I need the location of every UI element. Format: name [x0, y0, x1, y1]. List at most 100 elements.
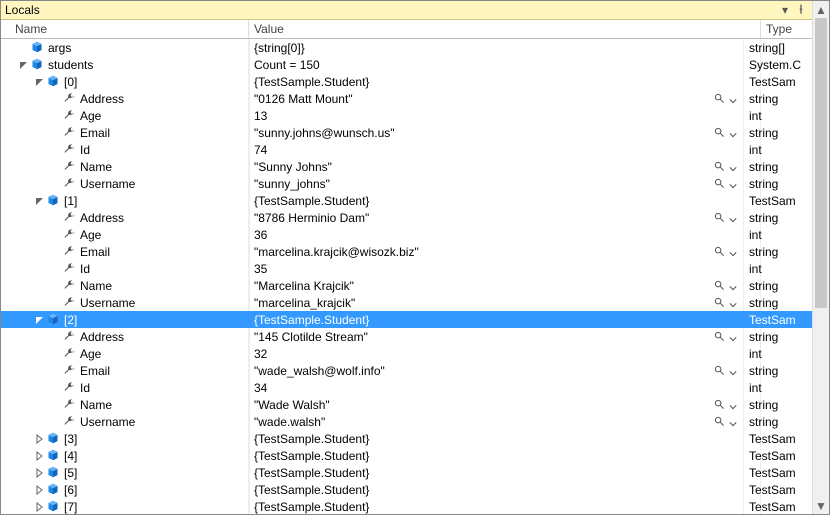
tree-row[interactable]: [6]{TestSample.Student}TestSam [1, 481, 812, 498]
pin-button[interactable] [793, 3, 809, 17]
value-cell[interactable]: "sunny_johns" [249, 175, 744, 192]
visualizer-dropdown-icon[interactable] [729, 281, 739, 291]
tree-expander[interactable] [33, 194, 47, 208]
visualizer-dropdown-icon[interactable] [729, 417, 739, 427]
tree-row[interactable]: [1]{TestSample.Student}TestSam [1, 192, 812, 209]
tree-row[interactable]: Username"wade.walsh"string [1, 413, 812, 430]
value-cell[interactable]: Count = 150 [249, 56, 744, 73]
tree-row[interactable]: Username"marcelina_krajcik"string [1, 294, 812, 311]
value-cell[interactable]: {TestSample.Student} [249, 73, 744, 90]
tree-row[interactable]: Address"0126 Matt Mount"string [1, 90, 812, 107]
value-cell[interactable]: "Sunny Johns" [249, 158, 744, 175]
magnifier-icon[interactable] [714, 297, 726, 309]
tree-row[interactable]: Age36int [1, 226, 812, 243]
tree-expander[interactable] [33, 449, 47, 463]
tree-row[interactable]: Email"sunny.johns@wunsch.us"string [1, 124, 812, 141]
visualizer-dropdown-icon[interactable] [729, 332, 739, 342]
visualizer-dropdown-icon[interactable] [729, 162, 739, 172]
window-options-button[interactable]: ▾ [777, 3, 793, 17]
value-cell[interactable]: 13 [249, 107, 744, 124]
tree-row[interactable]: [0]{TestSample.Student}TestSam [1, 73, 812, 90]
magnifier-icon[interactable] [714, 212, 726, 224]
tree-row[interactable]: Email"wade_walsh@wolf.info"string [1, 362, 812, 379]
value-cell[interactable]: "Marcelina Krajcik" [249, 277, 744, 294]
value-cell[interactable]: {TestSample.Student} [249, 311, 744, 328]
value-cell[interactable]: "marcelina_krajcik" [249, 294, 744, 311]
value-cell[interactable]: {TestSample.Student} [249, 464, 744, 481]
value-cell[interactable]: {TestSample.Student} [249, 498, 744, 514]
tree-expander[interactable] [33, 432, 47, 446]
visualizer-dropdown-icon[interactable] [729, 213, 739, 223]
magnifier-icon[interactable] [714, 399, 726, 411]
tree-row[interactable]: studentsCount = 150System.C [1, 56, 812, 73]
visualizer-dropdown-icon[interactable] [729, 179, 739, 189]
visualizer-dropdown-icon[interactable] [729, 247, 739, 257]
column-header-row: Name Value Type [1, 20, 829, 39]
value-cell[interactable]: {TestSample.Student} [249, 192, 744, 209]
tree-row[interactable]: Email"marcelina.krajcik@wisozk.biz"strin… [1, 243, 812, 260]
value-cell[interactable]: {TestSample.Student} [249, 447, 744, 464]
value-cell[interactable]: "marcelina.krajcik@wisozk.biz" [249, 243, 744, 260]
tree-expander[interactable] [33, 75, 47, 89]
magnifier-icon[interactable] [714, 365, 726, 377]
tree-row[interactable]: args{string[0]}string[] [1, 39, 812, 56]
vertical-scrollbar[interactable]: ▲ ▼ [812, 1, 829, 514]
magnifier-icon[interactable] [714, 280, 726, 292]
tree-row[interactable]: Id35int [1, 260, 812, 277]
value-cell[interactable]: "sunny.johns@wunsch.us" [249, 124, 744, 141]
magnifier-icon[interactable] [714, 246, 726, 258]
value-cell[interactable]: {string[0]} [249, 39, 744, 56]
magnifier-icon[interactable] [714, 416, 726, 428]
value-cell[interactable]: 34 [249, 379, 744, 396]
visualizer-dropdown-icon[interactable] [729, 366, 739, 376]
value-cell[interactable]: "Wade Walsh" [249, 396, 744, 413]
scroll-down-button[interactable]: ▼ [813, 497, 829, 514]
tree-row[interactable]: [7]{TestSample.Student}TestSam [1, 498, 812, 514]
column-header-name[interactable]: Name [1, 20, 249, 38]
tree-row[interactable]: [5]{TestSample.Student}TestSam [1, 464, 812, 481]
visualizer-dropdown-icon[interactable] [729, 128, 739, 138]
tree-row[interactable]: Address"8786 Herminio Dam"string [1, 209, 812, 226]
visualizer-dropdown-icon[interactable] [729, 94, 739, 104]
visualizer-dropdown-icon[interactable] [729, 298, 739, 308]
tree-expander[interactable] [33, 313, 47, 327]
scroll-up-button[interactable]: ▲ [813, 1, 829, 18]
value-cell[interactable]: "wade.walsh" [249, 413, 744, 430]
value-cell[interactable]: {TestSample.Student} [249, 481, 744, 498]
value-cell[interactable]: 74 [249, 141, 744, 158]
scroll-track[interactable] [813, 18, 829, 497]
magnifier-icon[interactable] [714, 93, 726, 105]
tree-row[interactable]: [3]{TestSample.Student}TestSam [1, 430, 812, 447]
value-cell[interactable]: "145 Clotilde Stream" [249, 328, 744, 345]
visualizer-dropdown-icon[interactable] [729, 400, 739, 410]
tree-expander[interactable] [17, 58, 31, 72]
value-cell[interactable]: "wade_walsh@wolf.info" [249, 362, 744, 379]
tree-row[interactable]: Id34int [1, 379, 812, 396]
tree-row[interactable]: Name"Sunny Johns"string [1, 158, 812, 175]
tree-expander[interactable] [33, 500, 47, 514]
tree-row[interactable]: Address"145 Clotilde Stream"string [1, 328, 812, 345]
tree-row[interactable]: Name"Marcelina Krajcik"string [1, 277, 812, 294]
value-cell[interactable]: {TestSample.Student} [249, 430, 744, 447]
tree-row[interactable]: Id74int [1, 141, 812, 158]
value-cell[interactable]: "0126 Matt Mount" [249, 90, 744, 107]
tree-expander[interactable] [33, 466, 47, 480]
tree-expander[interactable] [33, 483, 47, 497]
value-cell[interactable]: "8786 Herminio Dam" [249, 209, 744, 226]
magnifier-icon[interactable] [714, 161, 726, 173]
magnifier-icon[interactable] [714, 178, 726, 190]
value-cell[interactable]: 35 [249, 260, 744, 277]
column-header-value[interactable]: Value [249, 20, 761, 38]
magnifier-icon[interactable] [714, 127, 726, 139]
tree-row[interactable]: Age13int [1, 107, 812, 124]
tree-indent [1, 278, 17, 294]
value-cell[interactable]: 32 [249, 345, 744, 362]
tree-row[interactable]: Username"sunny_johns"string [1, 175, 812, 192]
value-cell[interactable]: 36 [249, 226, 744, 243]
tree-row[interactable]: [4]{TestSample.Student}TestSam [1, 447, 812, 464]
magnifier-icon[interactable] [714, 331, 726, 343]
scroll-thumb[interactable] [815, 18, 827, 308]
tree-row[interactable]: Age32int [1, 345, 812, 362]
tree-row[interactable]: Name"Wade Walsh"string [1, 396, 812, 413]
tree-row[interactable]: [2]{TestSample.Student}TestSam [1, 311, 812, 328]
